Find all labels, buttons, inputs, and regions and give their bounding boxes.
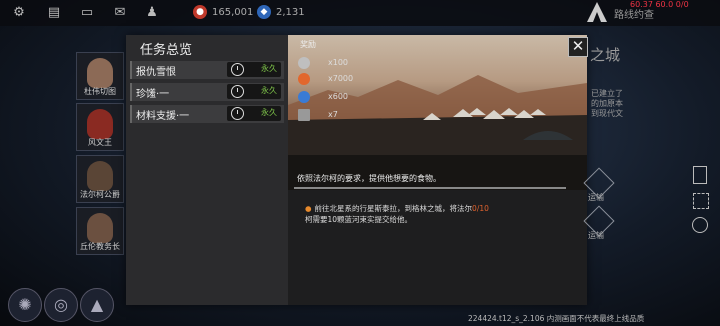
document-icon <box>298 57 310 69</box>
coin-icon <box>298 73 310 85</box>
character-name: 风文王 <box>88 138 112 147</box>
avatar <box>87 58 113 88</box>
build-info: 224424.t12_s_2.106 内测画面不代表最终上线品质 <box>468 314 645 323</box>
task-label: 珍馐·一 <box>136 89 170 100</box>
transport-label: 运输 <box>588 231 604 240</box>
task-timer: 永久 <box>227 84 281 99</box>
mail-icon[interactable]: ✉ <box>111 4 129 22</box>
reward-title: 奖励 <box>300 40 316 49</box>
clipboard-icon[interactable] <box>693 166 707 184</box>
character-name: 丘伦教务长 <box>80 242 120 251</box>
list-icon <box>298 109 310 121</box>
clock-icon <box>231 63 244 76</box>
objective-text-part: 柯需要10颗蓝河束实提交给他。 <box>305 215 413 224</box>
task-label: 报仇雪恨 <box>136 67 176 78</box>
task-timer: 永久 <box>227 62 281 77</box>
character-name: 法尔柯公爵 <box>80 190 120 199</box>
objective-progress: 0/10 <box>472 204 489 213</box>
top-bar <box>0 0 720 26</box>
reward-amount: x7000 <box>328 74 354 83</box>
task-item[interactable]: 材料支援·一 永久 <box>130 105 284 123</box>
avatar <box>87 213 113 243</box>
resource-gem-value: 2,131 <box>276 7 305 18</box>
galaxy-icon[interactable]: ✺ <box>8 288 42 322</box>
character-name: 杜伟切图 <box>84 87 116 96</box>
resource-gem: ◆ 2,131 <box>257 5 305 21</box>
task-duration: 永久 <box>261 108 277 117</box>
divider <box>294 187 566 189</box>
avatar <box>87 109 113 139</box>
quest-description: 依照法尔柯的要求，提供他想要的食物。 <box>297 174 441 183</box>
planet-icon[interactable]: ◎ <box>44 288 78 322</box>
objective-text: ● 前往北星系的行星斯泰拉，到格林之城，将法尔0/10 柯需要10颗蓝河束实提交给他… <box>305 203 505 225</box>
character-card[interactable]: 法尔柯公爵 <box>76 155 124 203</box>
avatar <box>87 161 113 191</box>
task-timer: 永久 <box>227 106 281 121</box>
resource-gold: ● 165,001 <box>193 5 253 21</box>
resource-gold-value: 165,001 <box>212 7 254 18</box>
gem-icon: ◆ <box>257 5 271 19</box>
base-icon[interactable]: ▲ <box>80 288 114 322</box>
location-text: 已建立了 的加原本 到现代文 <box>591 89 623 118</box>
task-duration: 永久 <box>261 86 277 95</box>
character-card[interactable]: 丘伦教务长 <box>76 207 124 255</box>
panel-title: 任务总览 <box>140 43 193 58</box>
gem-icon <box>298 91 310 103</box>
objective-text-part: 前往北星系的行星斯泰拉，到格林之城，将法尔 <box>314 204 473 213</box>
keyboard-icon[interactable]: ▭ <box>78 4 96 22</box>
task-duration: 永久 <box>261 64 277 73</box>
reward-amount: x600 <box>328 92 349 101</box>
debug-info: 60.37 60.0 0/0 <box>630 0 689 9</box>
clock-icon <box>231 85 244 98</box>
target-icon[interactable] <box>692 217 708 233</box>
logo-icon <box>587 2 607 22</box>
gear-icon[interactable]: ⚙ <box>10 4 28 22</box>
reward-amount: x7 <box>328 110 338 119</box>
chat-icon[interactable]: ▤ <box>45 4 63 22</box>
bullet-icon: ● <box>305 204 312 213</box>
location-title: 之城 <box>590 46 621 64</box>
transport-label: 运输 <box>588 193 604 202</box>
task-label: 材料支援·一 <box>136 111 190 122</box>
character-card[interactable]: 杜伟切图 <box>76 52 124 100</box>
character-card[interactable]: 风文王 <box>76 103 124 151</box>
reward-amount: x100 <box>328 58 349 67</box>
close-button[interactable]: ✕ <box>568 37 588 57</box>
task-item[interactable]: 报仇雪恨 永久 <box>130 61 284 79</box>
coin-icon: ● <box>193 5 207 19</box>
user-icon[interactable]: ♟ <box>143 4 161 22</box>
task-item[interactable]: 珍馐·一 永久 <box>130 83 284 101</box>
focus-icon[interactable] <box>693 193 709 209</box>
clock-icon <box>231 107 244 120</box>
